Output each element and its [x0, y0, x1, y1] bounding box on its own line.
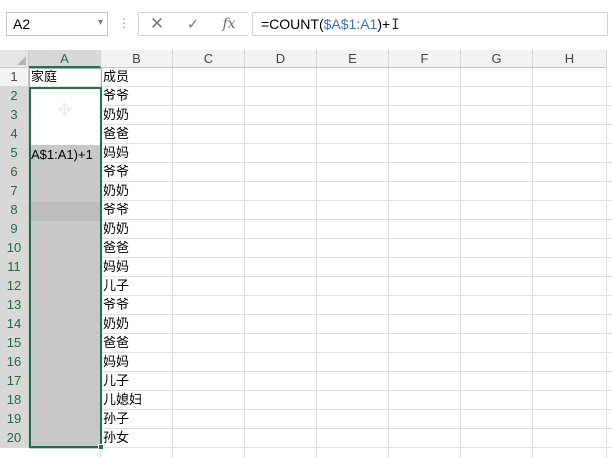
name-box[interactable]: A2 ▾ — [6, 12, 108, 36]
formula-suffix: )+ — [377, 16, 391, 32]
cell-b6[interactable]: 爷爷 — [101, 163, 173, 182]
cell-a1[interactable]: 家庭 — [29, 68, 101, 87]
gridline-column — [606, 68, 607, 458]
row-header-20[interactable]: 20 — [0, 429, 29, 448]
cell-b16[interactable]: 妈妈 — [101, 353, 173, 372]
gridline-column — [460, 68, 461, 458]
gridline-column — [244, 68, 245, 458]
select-all-button[interactable] — [0, 50, 29, 68]
cell-b3[interactable]: 奶奶 — [101, 106, 173, 125]
column-header-a[interactable]: A — [29, 50, 101, 68]
gridline-column — [316, 68, 317, 458]
column-header-d[interactable]: D — [245, 50, 317, 68]
row-header-11[interactable]: 11 — [0, 258, 29, 277]
cell-b11[interactable]: 妈妈 — [101, 258, 173, 277]
cell-b20[interactable]: 孙女 — [101, 429, 173, 448]
cell-b17[interactable]: 儿子 — [101, 372, 173, 391]
name-box-value: A2 — [13, 16, 31, 32]
column-header-f[interactable]: F — [389, 50, 461, 68]
cell-b15[interactable]: 爸爸 — [101, 334, 173, 353]
cell-b1[interactable]: 成员 — [101, 68, 173, 87]
row-header-18[interactable]: 18 — [0, 391, 29, 410]
cell-b18[interactable]: 儿媳妇 — [101, 391, 173, 410]
row-header-1[interactable]: 1 — [0, 68, 29, 87]
chevron-down-icon[interactable]: ▾ — [98, 17, 103, 28]
row-header-12[interactable]: 12 — [0, 277, 29, 296]
formula-bar: A2 ▾ ⋮ ✕ ✓ fx =COUNT($A$1:A1)+I — [0, 0, 612, 46]
formula-text: =COUNT($A$1:A1)+I — [261, 16, 400, 33]
row-header-15[interactable]: 15 — [0, 334, 29, 353]
cell-b19[interactable]: 孙子 — [101, 410, 173, 429]
formula-input[interactable]: =COUNT($A$1:A1)+I — [252, 12, 608, 36]
cell-b14[interactable]: 奶奶 — [101, 315, 173, 334]
column-header-c[interactable]: C — [173, 50, 245, 68]
row-header-16[interactable]: 16 — [0, 353, 29, 372]
row-header-19[interactable]: 19 — [0, 410, 29, 429]
cell-b5[interactable]: 妈妈 — [101, 144, 173, 163]
selection-border — [29, 87, 102, 448]
cell-b10[interactable]: 爸爸 — [101, 239, 173, 258]
row-header-9[interactable]: 9 — [0, 220, 29, 239]
row-header-14[interactable]: 14 — [0, 315, 29, 334]
row-header-5[interactable]: 5 — [0, 144, 29, 163]
insert-function-icon[interactable]: fx — [211, 13, 247, 35]
text-cursor-icon: I — [391, 17, 400, 33]
gridline-column — [388, 68, 389, 458]
column-header-g[interactable]: G — [461, 50, 533, 68]
row-header-2[interactable]: 2 — [0, 87, 29, 106]
row-header-7[interactable]: 7 — [0, 182, 29, 201]
close-icon[interactable]: ✕ — [139, 13, 175, 35]
column-header-b[interactable]: B — [101, 50, 173, 68]
cursor-icon: ✥ — [57, 100, 73, 121]
formula-buttons: ✕ ✓ fx — [138, 12, 248, 36]
cell-b13[interactable]: 爷爷 — [101, 296, 173, 315]
gridline-column — [532, 68, 533, 458]
cell-b12[interactable]: 儿子 — [101, 277, 173, 296]
drag-handle-icon[interactable]: ⋮ — [118, 14, 130, 32]
cell-b7[interactable]: 奶奶 — [101, 182, 173, 201]
row-header-3[interactable]: 3 — [0, 106, 29, 125]
formula-range-ref: $A$1:A1 — [323, 16, 378, 32]
row-header-17[interactable]: 17 — [0, 372, 29, 391]
column-header-e[interactable]: E — [317, 50, 389, 68]
cell-b2[interactable]: 爷爷 — [101, 87, 173, 106]
cell-b8[interactable]: 爷爷 — [101, 201, 173, 220]
cell-b4[interactable]: 爸爸 — [101, 125, 173, 144]
row-header-6[interactable]: 6 — [0, 163, 29, 182]
row-header-8[interactable]: 8 — [0, 201, 29, 220]
row-header-10[interactable]: 10 — [0, 239, 29, 258]
formula-prefix: =COUNT( — [261, 16, 324, 32]
cell-edit-text[interactable]: A$1:A1)+1 — [31, 145, 93, 164]
spreadsheet-grid[interactable]: ABCDEFGH 1 2 3 4 5 6 7 8 9 10 11 12 13 14 15 16 17 18 19 20… — [0, 50, 612, 458]
select-all-triangle-icon — [17, 56, 26, 65]
row-header-4[interactable]: 4 — [0, 125, 29, 144]
column-header-h[interactable]: H — [533, 50, 607, 68]
row-header-13[interactable]: 13 — [0, 296, 29, 315]
check-icon[interactable]: ✓ — [175, 13, 211, 35]
cell-b9[interactable]: 奶奶 — [101, 220, 173, 239]
